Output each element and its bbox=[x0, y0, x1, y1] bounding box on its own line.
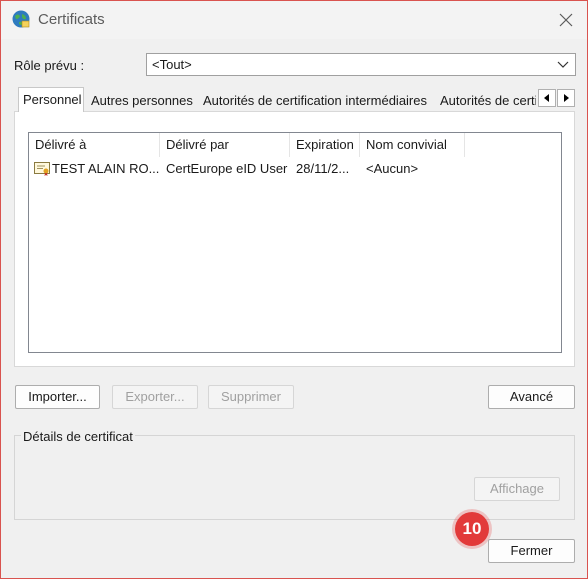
delete-button[interactable]: Supprimer bbox=[208, 385, 294, 409]
column-delivre-par[interactable]: Délivré par bbox=[160, 133, 290, 157]
cell-friendly-name: <Aucun> bbox=[366, 161, 419, 176]
arrow-right-icon bbox=[564, 94, 569, 102]
tab-scroll-right-button[interactable] bbox=[557, 89, 575, 107]
column-expiration[interactable]: Expiration bbox=[290, 133, 360, 157]
tab-autorites-intermediaires[interactable]: Autorités de certification intermédiaire… bbox=[198, 88, 434, 111]
certificates-dialog: Certificats Rôle prévu : <Tout> Personne… bbox=[0, 0, 588, 579]
certificate-list[interactable]: Délivré à Délivré par Expiration Nom con… bbox=[28, 132, 562, 353]
tab-autorites-racines[interactable]: Autorités de certi bbox=[435, 88, 537, 111]
role-label: Rôle prévu : bbox=[14, 58, 85, 73]
export-button[interactable]: Exporter... bbox=[112, 385, 198, 409]
globe-certificate-icon bbox=[11, 9, 31, 29]
cell-issued-to[interactable]: TEST ALAIN RO... bbox=[46, 159, 160, 179]
window-title: Certificats bbox=[38, 11, 105, 28]
column-delivre-a[interactable]: Délivré à bbox=[29, 133, 160, 157]
arrow-left-icon bbox=[544, 94, 549, 102]
cell-expiration: 28/11/2... bbox=[296, 161, 350, 176]
certificate-details-label: Détails de certificat bbox=[21, 429, 135, 444]
title-bar: Certificats bbox=[1, 1, 587, 39]
close-window-button[interactable] bbox=[553, 7, 579, 33]
cell-issued-by: CertEurope eID User bbox=[166, 161, 288, 176]
step-number-badge: 10 bbox=[455, 512, 489, 546]
list-header: Délivré à Délivré par Expiration Nom con… bbox=[29, 133, 561, 157]
tab-personnel[interactable]: Personnel bbox=[18, 87, 84, 112]
role-select-value: <Tout> bbox=[152, 57, 192, 72]
view-button[interactable]: Affichage bbox=[474, 477, 560, 501]
tab-autres-personnes[interactable]: Autres personnes bbox=[86, 88, 196, 111]
close-icon bbox=[559, 13, 573, 27]
tab-scroll-left-button[interactable] bbox=[538, 89, 556, 107]
import-button[interactable]: Importer... bbox=[15, 385, 100, 409]
chevron-down-icon bbox=[557, 58, 569, 73]
column-nom-convivial[interactable]: Nom convivial bbox=[360, 133, 465, 157]
role-select[interactable]: <Tout> bbox=[146, 53, 576, 76]
close-button[interactable]: Fermer bbox=[488, 539, 575, 563]
advanced-button[interactable]: Avancé bbox=[488, 385, 575, 409]
